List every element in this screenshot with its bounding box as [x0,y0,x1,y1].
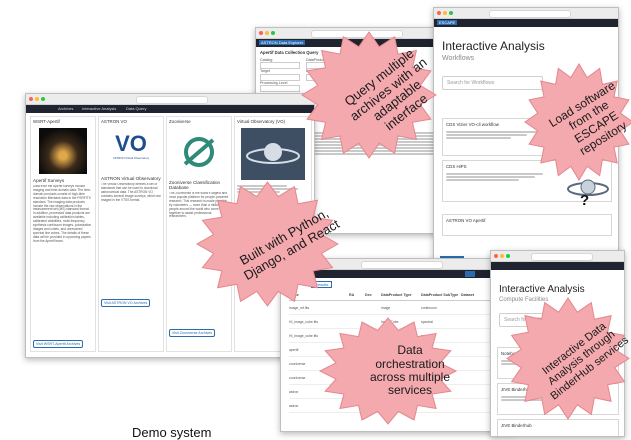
facilities-navbar [491,262,624,270]
col-type: DataProduct Type [381,293,412,297]
browser-chrome [26,94,314,105]
escape-brand[interactable]: ESCAPE [437,20,458,25]
facility-title: JIVE Binderhub [501,423,532,428]
visit-archive-button[interactable]: Visit Zooniverse Archives [169,329,216,337]
page-title: Interactive Analysis [499,284,585,295]
callout-text: Built with Python, Django, and React [236,205,342,284]
archive-description: The Virtual Observatory defines a set of… [101,183,161,202]
callout-text: Load software from the ESCAPE repository [546,78,630,159]
landing-navbar: Archives Interactive Analysis Data Query [26,105,314,113]
visit-archive-button[interactable]: Visit ASTRON VO Archives [101,299,151,307]
navbar-badge[interactable] [465,271,475,277]
workflows-navbar: ESCAPE [434,19,618,27]
col-dataset: Dataset [461,293,474,297]
callout-query: Query multiple archives with an adaptabl… [300,30,438,160]
brand-label[interactable]: ASTRON Data Explorer [259,40,306,45]
workflow-title: ASTRON VO Apertif [446,218,486,223]
vo-image [241,128,305,180]
archive-heading: Zooniverse [169,119,191,124]
col-subtype: DataProduct SubType [421,293,459,297]
callout-text: Data orchestration across multiple servi… [369,343,451,398]
callout-binderhub: Interactive Data Analysis through Binder… [505,296,631,421]
processing-level-select[interactable] [260,85,300,93]
facility-card[interactable]: JIVE Binderhub [497,419,619,436]
browser-chrome [434,8,618,19]
callout-orchestration: Data orchestration across multiple servi… [318,316,458,426]
archive-column: ASTRON VO VO ASTRON Virtual Observatory … [98,116,164,352]
archive-heading: WSRT-Apertif [33,119,60,124]
archive-title: Apertif Surveys [33,178,65,183]
address-bar[interactable] [531,253,593,261]
address-bar[interactable] [136,96,208,104]
address-bar[interactable] [489,10,571,18]
archive-column: WSRT-Apertif Apertif Surveys Data from t… [30,116,96,352]
callout-text: Query multiple archives with an adaptabl… [341,45,431,133]
astron-vo-logo: VO ASTRON Virtual Observatory [109,132,153,168]
nav-item-data-query[interactable]: Data Query [126,106,146,111]
archive-heading: ASTRON VO [101,119,127,124]
catalog-select[interactable] [260,62,300,70]
vo-logo-subtext: ASTRON Virtual Observatory [112,156,150,160]
cell-type: image [381,305,391,310]
apertif-image [39,128,87,174]
cell-subtype: continuum [421,305,437,310]
target-input[interactable] [260,73,300,81]
zooniverse-logo [167,132,231,172]
workflow-card[interactable]: ASTRON VO Apertif [442,214,612,236]
callout-text: Interactive Data Analysis through Binder… [540,320,631,403]
caption: Demo system [132,425,212,440]
callout-load: Load software from the ESCAPE repository [523,62,631,182]
archive-title: ASTRON Virtual Observatory [101,176,161,181]
browser-chrome [491,251,624,262]
question-icon: ? [580,192,590,209]
nav-item-archives[interactable]: Archives [58,106,73,111]
archive-description: Data from the Apertif surveys include im… [33,185,92,243]
callout-built: Built with Python, Django, and React [195,180,342,308]
vo-logo-text: VO [115,131,147,156]
nav-item-interactive-analysis[interactable]: Interactive Analysis [82,106,116,111]
visit-archive-button[interactable]: Visit WSRT-Apertif Archives [33,340,84,348]
